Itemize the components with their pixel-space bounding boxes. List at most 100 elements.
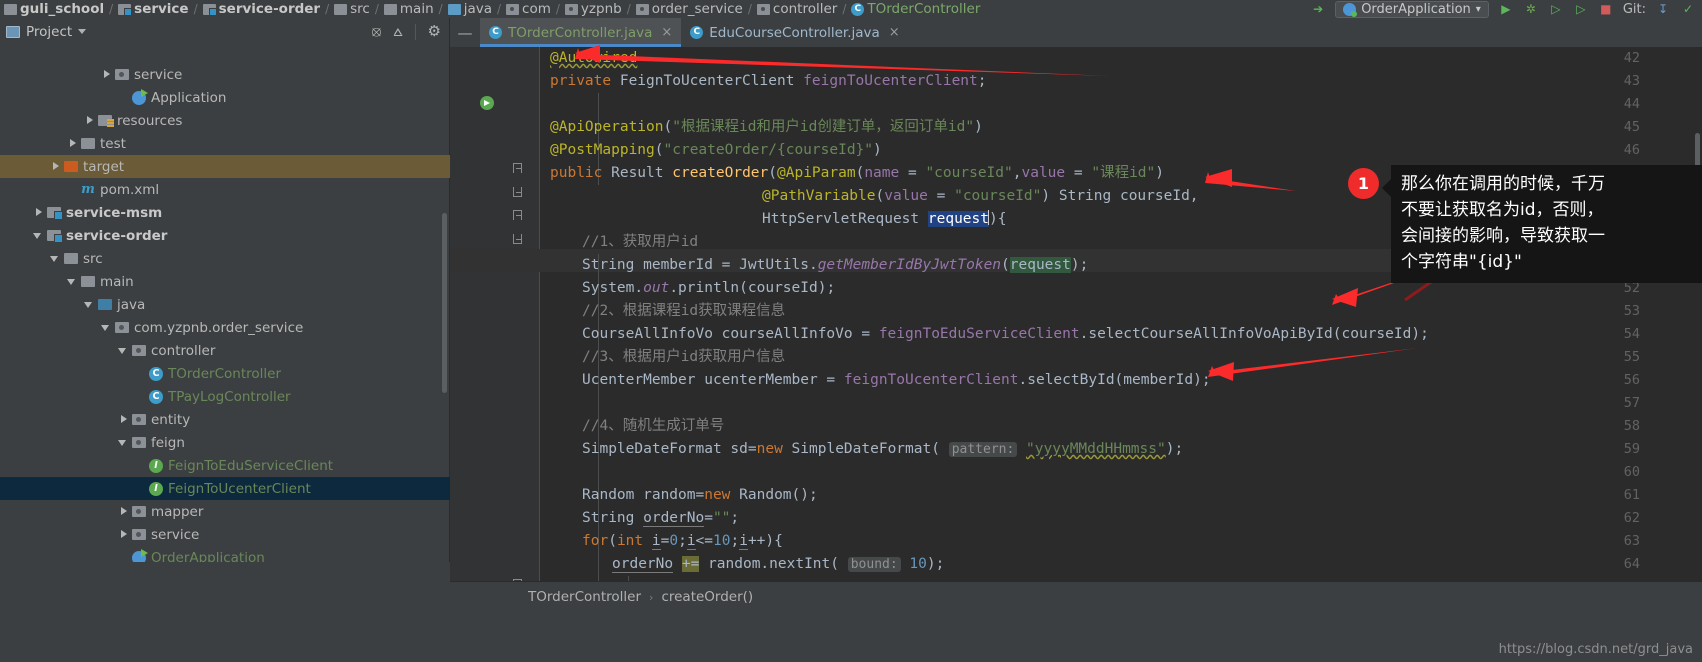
chevron-right-icon[interactable] [50, 161, 61, 172]
editor-tab-bar: — C TOrderController.java × C EduCourseC… [450, 18, 1702, 47]
profile-icon[interactable]: ▷ [1573, 2, 1589, 17]
tree-item-com-yzpnb-order-service[interactable]: com.yzpnb.order_service [0, 316, 450, 339]
resources-icon [98, 115, 114, 127]
tree-item-service-msm[interactable]: service-msm [0, 201, 450, 224]
run-with-coverage-icon[interactable]: ▷ [1548, 2, 1564, 17]
breadcrumb-separator: / [109, 2, 114, 16]
breadcrumb-item-guli-school[interactable]: guli_school [4, 1, 104, 17]
chevron-right-icon[interactable] [33, 207, 44, 218]
breadcrumb-item-java[interactable]: java [447, 1, 492, 17]
fold-marker[interactable] [513, 163, 524, 174]
class-icon: C [149, 366, 163, 381]
chevron-right-icon[interactable] [67, 138, 78, 149]
interface-icon: I [149, 481, 163, 496]
tree-item-src[interactable]: src [0, 247, 450, 270]
stop-icon[interactable]: ■ [1598, 2, 1614, 17]
breadcrumb-label: service-order [218, 1, 321, 17]
vcs-label: Git: [1622, 1, 1646, 17]
tree-item-test[interactable]: test [0, 132, 450, 155]
editor-vertical-scrollbar[interactable] [1695, 133, 1700, 219]
class-icon: C [149, 389, 163, 404]
chevron-down-icon[interactable]: ▾ [1476, 4, 1481, 15]
chevron-right-icon[interactable] [101, 69, 112, 80]
tree-item-tordercontroller[interactable]: C TOrderController [0, 362, 450, 385]
package-icon [115, 69, 129, 80]
editor-breadcrumb[interactable]: TOrderController › createOrder() [450, 581, 1702, 612]
chevron-right-icon[interactable] [118, 414, 129, 425]
breadcrumb-item-main[interactable]: main [383, 1, 434, 17]
tab-educourse-controller[interactable]: C EduCourseController.java × [681, 18, 908, 47]
run-method-gutter-icon[interactable] [480, 96, 494, 110]
spring-icon [132, 88, 148, 105]
chevron-down-icon[interactable] [33, 230, 44, 241]
tree-item-pom-xml[interactable]: m pom.xml [0, 178, 450, 201]
breadcrumb-item-order-service[interactable]: order_service [635, 1, 743, 17]
chevron-down-icon[interactable] [78, 29, 87, 34]
class-icon: C [690, 26, 704, 39]
breadcrumb-item-service-order[interactable]: service-order [202, 1, 321, 17]
chevron-right-icon[interactable] [118, 506, 129, 517]
chevron-right-icon[interactable] [118, 529, 129, 540]
tree-item-feigntoeduserviceclient[interactable]: I FeignToEduServiceClient [0, 454, 450, 477]
tree-item-application[interactable]: Application [0, 86, 450, 109]
tree-item-label: FeignToEduServiceClient [168, 457, 334, 474]
tree-item-service[interactable]: service [0, 523, 450, 546]
breadcrumb-item-service[interactable]: service [118, 1, 189, 17]
chevron-down-icon[interactable] [118, 437, 129, 448]
tree-item-label: TOrderController [168, 365, 282, 382]
code-viewport[interactable]: 4243444546474849505152535455565758596061… [450, 47, 1702, 581]
tree-item-mapper[interactable]: mapper [0, 500, 450, 523]
run-configuration-selector[interactable]: OrderApplication ▾ [1335, 0, 1489, 18]
collapse-all-icon[interactable]: ⩟ [393, 24, 402, 39]
chevron-down-icon[interactable] [118, 345, 129, 356]
tree-item-tpaylogcontroller[interactable]: C TPayLogController [0, 385, 450, 408]
breadcrumb-method[interactable]: createOrder() [661, 589, 753, 605]
chevron-down-icon[interactable] [101, 322, 112, 333]
breadcrumb-item-yzpnb[interactable]: yzpnb [564, 1, 622, 17]
breadcrumb-item-com[interactable]: com [506, 1, 551, 17]
hide-tabs-icon[interactable]: — [450, 18, 480, 47]
chevron-down-icon[interactable] [67, 276, 78, 287]
close-icon[interactable]: × [661, 25, 672, 40]
tab-torder-controller[interactable]: C TOrderController.java × [480, 18, 682, 47]
tab-label: TOrderController.java [508, 24, 653, 41]
run-icon[interactable]: ▶ [1498, 2, 1514, 17]
close-icon[interactable]: × [889, 25, 900, 40]
locate-icon[interactable]: ⦻ [372, 24, 382, 39]
gear-icon[interactable]: ⚙ [428, 24, 441, 39]
breadcrumb-label: service [134, 1, 189, 17]
tree-item-main[interactable]: main [0, 270, 450, 293]
tree-item-java[interactable]: java [0, 293, 450, 316]
tree-item-target[interactable]: target [0, 155, 450, 178]
param-hint-pattern: pattern: [948, 442, 1018, 457]
tree-item-resources[interactable]: resources [0, 109, 450, 132]
project-tree[interactable]: service Application resources test target m po… [0, 63, 450, 612]
debug-icon[interactable]: ✲ [1523, 2, 1539, 17]
code-text[interactable]: @Autowired private FeignToUcenterClient … [540, 47, 1702, 581]
breadcrumb-item-tordercontroller[interactable]: C TOrderController [851, 1, 980, 17]
breadcrumb-item-controller[interactable]: controller [756, 1, 838, 17]
project-tree-scrollbar[interactable] [442, 213, 447, 393]
fold-marker[interactable] [513, 234, 524, 245]
tree-item-controller[interactable]: controller [0, 339, 450, 362]
breadcrumb-label: yzpnb [580, 1, 622, 17]
fold-marker[interactable] [513, 187, 524, 198]
tree-item-label: feign [151, 434, 185, 451]
chevron-right-icon[interactable] [84, 115, 95, 126]
tree-item-entity[interactable]: entity [0, 408, 450, 431]
commit-icon[interactable]: ✓ [1680, 2, 1696, 17]
editor-gutter[interactable] [450, 47, 540, 581]
breadcrumb-class[interactable]: TOrderController [528, 589, 641, 605]
tree-item-service[interactable]: service [0, 63, 450, 86]
tree-item-feigntoucenterclient[interactable]: I FeignToUcenterClient [0, 477, 450, 500]
chevron-down-icon[interactable] [50, 253, 61, 264]
fold-marker[interactable] [513, 210, 524, 221]
update-project-icon[interactable]: ↧ [1655, 2, 1671, 17]
breadcrumb-separator: / [496, 2, 502, 16]
tree-item-feign[interactable]: feign [0, 431, 450, 454]
breadcrumb-item-src[interactable]: src [334, 1, 370, 17]
breadcrumb-label: controller [772, 1, 838, 17]
tree-item-label: Application [151, 89, 227, 106]
chevron-down-icon[interactable] [84, 299, 95, 310]
tree-item-service-order[interactable]: service-order [0, 224, 450, 247]
